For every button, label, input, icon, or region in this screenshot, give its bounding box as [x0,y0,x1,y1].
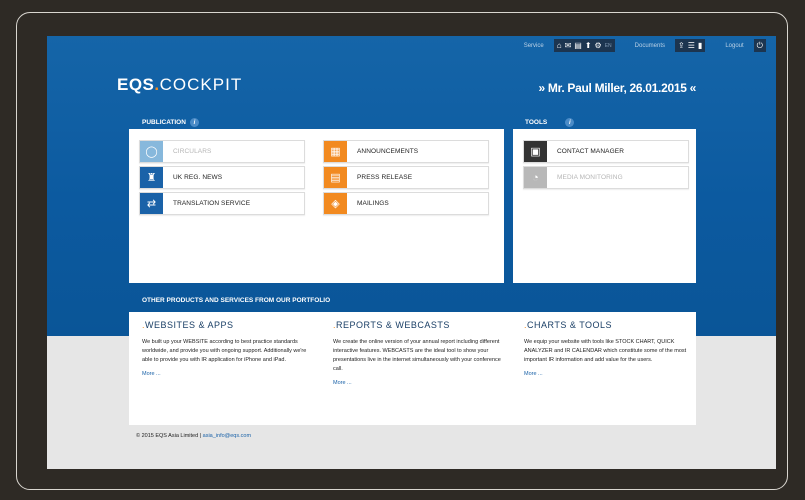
top-toolbar: Service ⌂ ✉ ▤ ⬆ ⚙ EN Documents ⇪ ☰ ▮ Log… [524,39,766,52]
contact-card-icon: ▣ [524,141,547,162]
tile-label: CONTACT MANAGER [557,148,624,155]
home-icon[interactable]: ⌂ [557,41,562,50]
newspaper-icon: ▤ [324,167,347,188]
tools-panel: ▣ CONTACT MANAGER ◔ MEDIA MONITORING [513,129,696,283]
power-icon[interactable]: ⏻ [757,41,763,50]
column-title-text: REPORTS & WEBCASTS [336,320,450,330]
portfolio-panel: .WEBSITES & APPS We built up your WEBSIT… [129,312,696,425]
tile-label: MEDIA MONITORING [557,174,623,181]
gear-icon[interactable]: ⚙ [595,41,602,50]
building-icon: ▦ [324,141,347,162]
circle-icon: ◯ [140,141,163,162]
logo-eqs: EQS [117,75,155,94]
tile-press-release[interactable]: ▤ PRESS RELEASE [323,166,489,189]
swap-arrows-icon: ⇄ [140,193,163,214]
column-title: .REPORTS & WEBCASTS [333,320,450,330]
service-label: Service [523,42,544,49]
app-screen: Service ⌂ ✉ ▤ ⬆ ⚙ EN Documents ⇪ ☰ ▮ Log… [47,36,776,469]
tile-contact-manager[interactable]: ▣ CONTACT MANAGER [523,140,689,163]
tile-circulars[interactable]: ◯ CIRCULARS [139,140,305,163]
column-text: We equip your website with tools like ST… [524,339,687,363]
more-link[interactable]: More ... [333,380,505,386]
logout-button[interactable]: ⏻ [753,39,766,52]
london-skyline-icon: ♜ [140,167,163,188]
tile-translation-service[interactable]: ⇄ TRANSLATION SERVICE [139,192,305,215]
logout-label[interactable]: Logout [725,43,743,49]
publication-title: PUBLICATION [142,119,186,126]
logo-cockpit: COCKPIT [159,75,243,94]
tile-label: UK REG. NEWS [173,174,223,181]
chart-icon: ◔ [524,167,547,188]
column-title: .WEBSITES & APPS [142,320,234,330]
tile-media-monitoring[interactable]: ◔ MEDIA MONITORING [523,166,689,189]
documents-label: Documents [634,42,666,49]
upload-icon[interactable]: ⬆ [585,41,592,50]
tile-label: CIRCULARS [173,148,212,155]
portfolio-charts-tools: .CHARTS & TOOLS We equip your website wi… [524,320,696,377]
column-text: We create the online version of your ann… [333,339,501,372]
portfolio-websites-apps: .WEBSITES & APPS We built up your WEBSIT… [142,320,314,377]
user-greeting: » Mr. Paul Miller, 26.01.2015 « [538,81,697,95]
folder-upload-icon[interactable]: ⇪ [678,41,685,50]
portfolio-heading: OTHER PRODUCTS AND SERVICES FROM OUR POR… [142,297,331,304]
tile-uk-reg-news[interactable]: ♜ UK REG. NEWS [139,166,305,189]
copyright-text: © 2015 EQS Asia Limited | [136,433,202,439]
tile-label: ANNOUNCEMENTS [357,148,419,155]
tile-label: PRESS RELEASE [357,174,413,181]
column-title-text: WEBSITES & APPS [145,320,234,330]
tile-label: MAILINGS [357,200,389,207]
list-icon[interactable]: ☰ [688,41,695,50]
footer: © 2015 EQS Asia Limited | asia_info@eqs.… [136,433,251,439]
tile-mailings[interactable]: ◈ MAILINGS [323,192,489,215]
column-text: We built up your WEBSITE according to be… [142,339,307,363]
more-link[interactable]: More ... [142,371,314,377]
info-icon[interactable]: i [189,118,199,127]
publication-heading: PUBLICATION i [142,118,199,127]
tag-icon: ◈ [324,193,347,214]
service-icons: ⌂ ✉ ▤ ⬆ ⚙ EN [553,39,615,52]
language-select[interactable]: EN [605,43,612,49]
document-icon[interactable]: ▤ [574,41,582,50]
publication-panel: ◯ CIRCULARS ♜ UK REG. NEWS ⇄ TRANSLATION… [129,129,504,283]
documents-icons: ⇪ ☰ ▮ [675,39,706,52]
document-icon[interactable]: ▮ [698,41,702,50]
tile-label: TRANSLATION SERVICE [173,200,251,207]
envelope-icon[interactable]: ✉ [565,41,572,50]
email-link[interactable]: asia_info@eqs.com [203,433,251,439]
tools-title: TOOLS [525,119,548,126]
more-link[interactable]: More ... [524,371,696,377]
tile-announcements[interactable]: ▦ ANNOUNCEMENTS [323,140,489,163]
portfolio-reports-webcasts: .REPORTS & WEBCASTS We create the online… [333,320,505,386]
info-icon[interactable]: i [565,118,575,127]
tools-heading: TOOLS i [525,118,575,127]
column-title-text: CHARTS & TOOLS [527,320,613,330]
column-title: .CHARTS & TOOLS [524,320,613,330]
eqs-cockpit-logo[interactable]: EQS.COCKPIT [117,75,242,95]
